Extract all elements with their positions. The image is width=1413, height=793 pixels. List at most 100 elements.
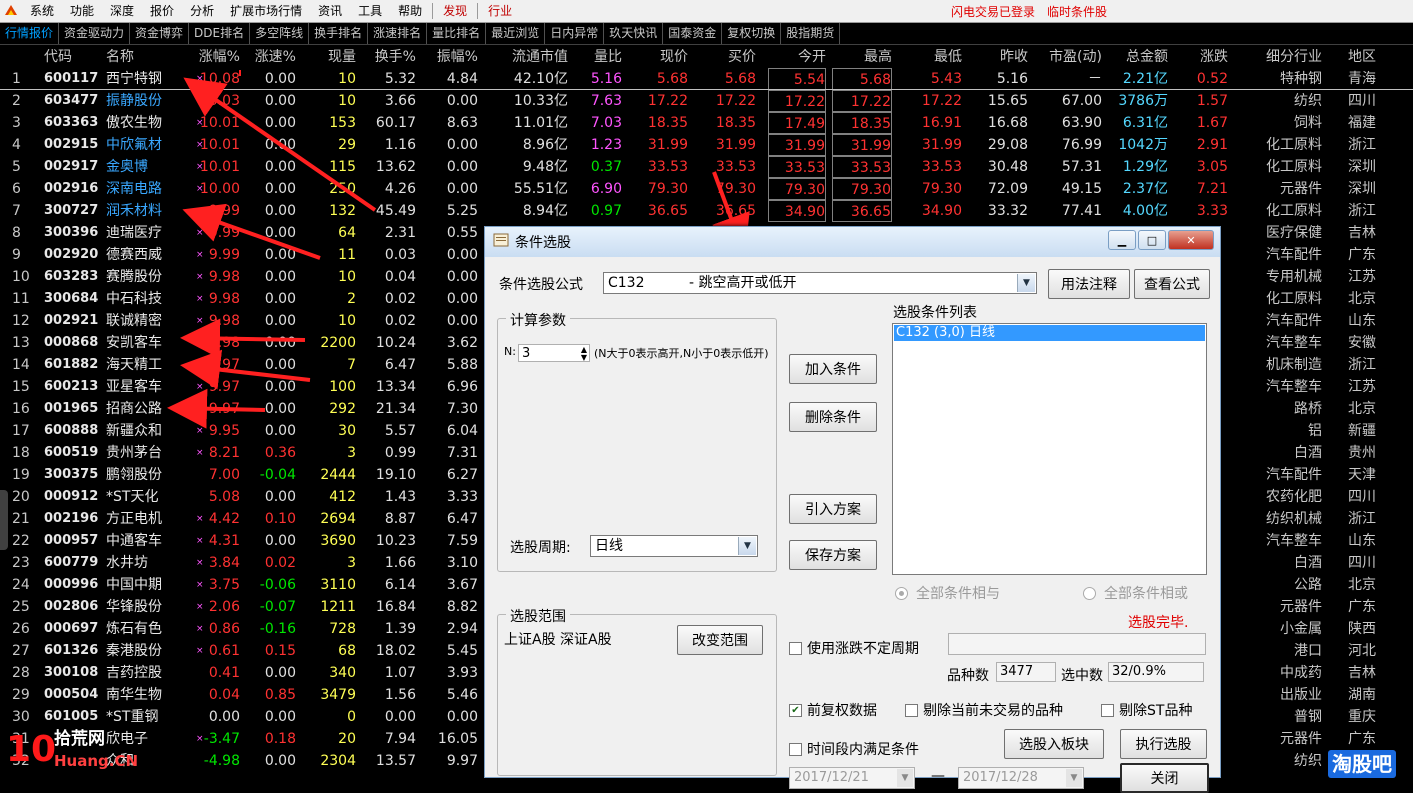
tab-8[interactable]: 最近浏览 — [486, 23, 546, 44]
period-select[interactable]: 日线 ▼ — [590, 535, 758, 557]
cell: 3.75 — [208, 577, 240, 593]
import-scheme-button[interactable]: 引入方案 — [789, 494, 877, 524]
column-header[interactable]: 名称 — [106, 46, 176, 68]
cell: 四川 — [1348, 489, 1376, 505]
menu-system[interactable]: 系统 — [22, 0, 62, 22]
condition-list-item[interactable]: C132 (3,0) 日线 — [894, 325, 1205, 341]
column-header[interactable]: 昨收 — [968, 46, 1028, 68]
cell: 728 — [329, 621, 356, 637]
column-header[interactable]: 流通市值 — [486, 46, 568, 68]
maximize-button[interactable]: □ — [1138, 230, 1166, 250]
column-header[interactable]: 现量 — [300, 46, 356, 68]
table-row[interactable]: 6 002916 深南电路 10.00 0.00 250 4.26 0.00 55.51亿 6.9… — [0, 178, 1413, 200]
table-row[interactable]: 2 603477 振静股份 10.03 0.00 10 3.66 0.00 10.33亿 7.63… — [0, 90, 1413, 112]
status-temp-cond[interactable]: 临时条件股 — [1041, 3, 1113, 20]
tab-13[interactable]: 股指期货 — [781, 23, 841, 44]
save-scheme-button[interactable]: 保存方案 — [789, 540, 877, 570]
to-board-button[interactable]: 选股入板块 — [1004, 729, 1104, 759]
radio-all-or[interactable]: 全部条件相或 — [1083, 583, 1188, 603]
radio-all-and[interactable]: 全部条件相与 — [895, 583, 1000, 603]
cell: -3.47 — [203, 731, 240, 747]
cell: 36.65 — [832, 200, 892, 222]
cell: 7.59 — [446, 533, 478, 549]
menu-analysis[interactable]: 分析 — [182, 0, 222, 22]
dialog-titlebar[interactable]: 条件选股 ▁ □ ✕ — [485, 227, 1220, 257]
table-row[interactable]: 5 002917 金奥博 10.01 0.00 115 13.62 0.00 9.48亿 0.37… — [0, 156, 1413, 178]
menu-ext-market[interactable]: 扩展市场行情 — [222, 0, 310, 22]
column-header[interactable] — [12, 46, 36, 68]
tab-5[interactable]: 换手排名 — [309, 23, 369, 44]
cell: 31.99 — [768, 134, 826, 156]
column-header[interactable]: 地区 — [1336, 46, 1376, 68]
column-header[interactable]: 最低 — [900, 46, 962, 68]
table-row[interactable]: 3 603363 傲农生物 10.01 0.00 153 60.17 8.63 11.01亿 7.… — [0, 112, 1413, 134]
side-collapse-handle[interactable] — [0, 490, 8, 550]
menu-discover[interactable]: 发现 — [435, 0, 475, 22]
menu-tools[interactable]: 工具 — [350, 0, 390, 22]
execute-button[interactable]: 执行选股 — [1120, 729, 1207, 759]
condition-list[interactable]: C132 (3,0) 日线 — [892, 323, 1207, 575]
cell: 振静股份 — [106, 93, 162, 109]
exclude-st-checkbox[interactable]: 剔除ST品种 — [1101, 700, 1192, 720]
menu-separator — [432, 3, 434, 19]
column-header[interactable]: 市盈(动) — [1034, 46, 1102, 68]
tab-4[interactable]: 多空阵线 — [250, 23, 310, 44]
exclude-notrade-checkbox[interactable]: 剔除当前未交易的品种 — [905, 700, 1063, 720]
view-formula-button[interactable]: 查看公式 — [1134, 269, 1210, 299]
spinner-icon[interactable]: ▲ ▼ — [581, 346, 587, 362]
unfixed-period-checkbox[interactable]: 使用涨跌不定周期 — [789, 638, 919, 658]
column-header[interactable]: 细分行业 — [1244, 46, 1322, 68]
tab-12[interactable]: 复权切换 — [722, 23, 782, 44]
add-condition-button[interactable]: 加入条件 — [789, 354, 877, 384]
tab-7[interactable]: 量比排名 — [427, 23, 487, 44]
tab-6[interactable]: 涨速排名 — [368, 23, 428, 44]
cell: 23 — [12, 555, 30, 571]
column-header[interactable]: 今开 — [768, 46, 826, 68]
cell: 33.32 — [987, 203, 1028, 219]
column-header[interactable]: 买价 — [698, 46, 756, 68]
change-range-button[interactable]: 改变范围 — [677, 625, 763, 655]
tab-2[interactable]: 资金博弈 — [130, 23, 190, 44]
column-header[interactable]: 总金额 — [1110, 46, 1168, 68]
forward-adjust-checkbox[interactable]: ✔ 前复权数据 — [789, 700, 877, 720]
menu-help[interactable]: 帮助 — [390, 0, 430, 22]
column-header[interactable]: 振幅% — [420, 46, 478, 68]
param-n-input[interactable]: 3 ▲ ▼ — [518, 344, 590, 362]
timespan-checkbox[interactable]: 时间段内满足条件 — [789, 739, 919, 759]
tab-10[interactable]: 玖天快讯 — [604, 23, 664, 44]
menu-depth[interactable]: 深度 — [102, 0, 142, 22]
column-header[interactable]: 现价 — [630, 46, 688, 68]
usage-notes-button[interactable]: 用法注释 — [1048, 269, 1130, 299]
column-header[interactable]: 涨幅% — [180, 46, 240, 68]
cell: 79.30 — [715, 181, 756, 197]
tab-0[interactable]: 行情报价 — [0, 23, 60, 44]
minimize-button[interactable]: ▁ — [1108, 230, 1136, 250]
tab-3[interactable]: DDE排名 — [189, 23, 251, 44]
cell: 1.23 — [590, 137, 622, 153]
column-header[interactable]: 涨速% — [240, 46, 296, 68]
menu-function[interactable]: 功能 — [62, 0, 102, 22]
cell: 浙江 — [1348, 137, 1376, 153]
column-header[interactable]: 最高 — [832, 46, 892, 68]
column-header[interactable]: 换手% — [360, 46, 416, 68]
cell: 5.46 — [446, 687, 478, 703]
menu-industry[interactable]: 行业 — [480, 0, 520, 22]
delete-condition-button[interactable]: 删除条件 — [789, 402, 877, 432]
tab-9[interactable]: 日内异常 — [545, 23, 605, 44]
table-row[interactable]: 7 300727 润禾材料 9.99 0.00 132 45.49 5.25 8.94亿 0.97… — [0, 200, 1413, 222]
tab-1[interactable]: 资金驱动力 — [59, 23, 131, 44]
tab-11[interactable]: 国泰资金 — [663, 23, 723, 44]
menu-news[interactable]: 资讯 — [310, 0, 350, 22]
menu-quote[interactable]: 报价 — [142, 0, 182, 22]
column-header[interactable]: 量比 — [574, 46, 622, 68]
window-close-button[interactable]: ✕ — [1168, 230, 1214, 250]
formula-select[interactable]: C132 - 跳空高开或低开 ▼ — [603, 272, 1037, 294]
table-row[interactable]: 4 002915 中欣氟材 10.01 0.00 29 1.16 0.00 8.96亿 1.23 3… — [0, 134, 1413, 156]
column-header[interactable]: 代码 — [44, 46, 100, 68]
cell: 浙江 — [1348, 357, 1376, 373]
column-header[interactable]: 涨跌 — [1172, 46, 1228, 68]
cell: 元器件 — [1280, 731, 1322, 747]
close-button[interactable]: 关闭 — [1120, 763, 1209, 793]
cell: *ST重钢 — [106, 709, 159, 725]
cell: 深圳 — [1348, 181, 1376, 197]
